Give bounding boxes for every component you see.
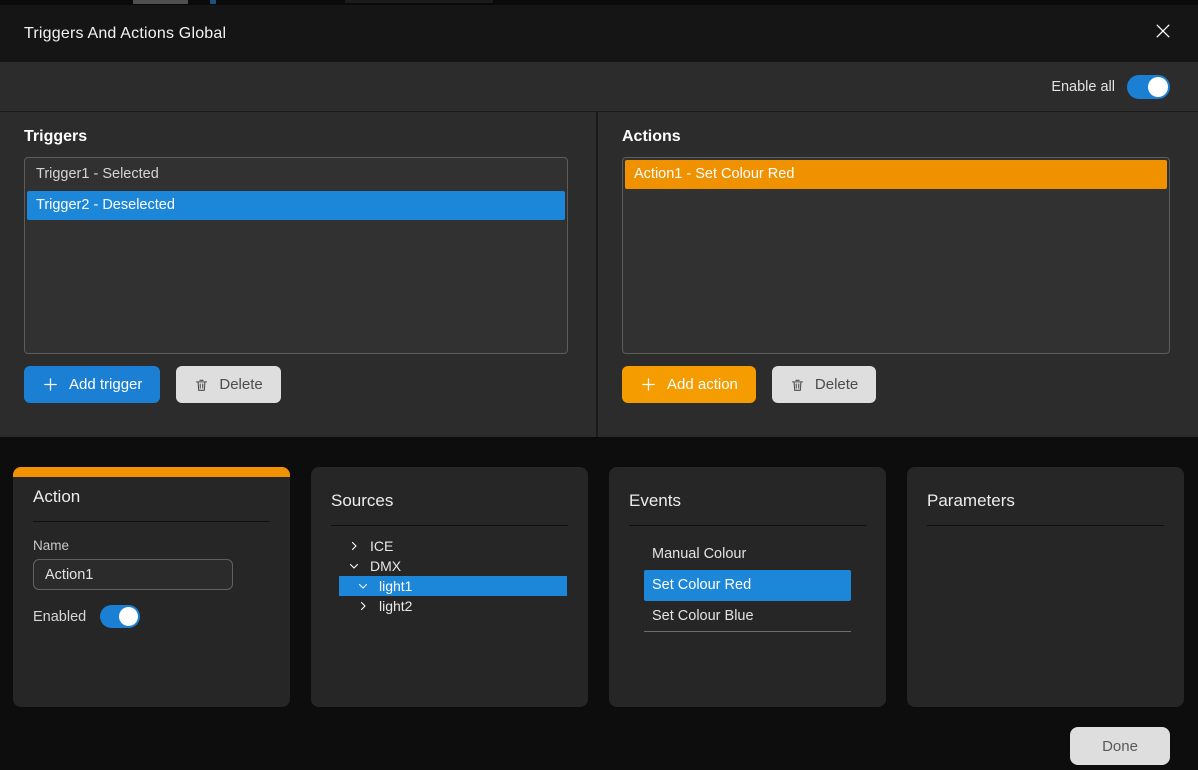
plus-icon	[640, 376, 657, 393]
add-trigger-label: Add trigger	[69, 376, 142, 393]
triggers-list: Trigger1 - Selected Trigger2 - Deselecte…	[24, 157, 568, 354]
background-gray-segment	[133, 0, 188, 4]
trigger-list-item[interactable]: Trigger1 - Selected	[27, 160, 565, 189]
sources-card: Sources ICE DMX	[311, 467, 588, 707]
sources-card-title: Sources	[311, 467, 588, 511]
close-icon	[1153, 21, 1173, 46]
action-card: Action Name Enabled	[13, 467, 290, 707]
action-card-accent-bar	[13, 467, 290, 477]
done-button[interactable]: Done	[1070, 727, 1170, 765]
trash-icon	[194, 377, 209, 393]
chevron-down-icon[interactable]	[356, 579, 370, 593]
trash-icon	[790, 377, 805, 393]
editor-cards: Action Name Enabled Sources	[13, 467, 1184, 707]
event-item-selected[interactable]: Set Colour Red	[644, 570, 851, 601]
chevron-right-icon[interactable]	[356, 599, 370, 613]
tree-item-light1-selected[interactable]: light1	[339, 576, 567, 596]
events-list: Manual Colour Set Colour Red Set Colour …	[609, 526, 886, 632]
delete-action-button[interactable]: Delete	[772, 366, 876, 403]
event-item[interactable]: Set Colour Blue	[644, 601, 851, 632]
enable-all-row: Enable all	[0, 62, 1198, 112]
close-button[interactable]	[1152, 23, 1174, 45]
actions-title: Actions	[622, 128, 1170, 146]
tree-item-light2[interactable]: light2	[339, 596, 567, 616]
tree-item-dmx[interactable]: DMX	[339, 556, 567, 576]
delete-trigger-label: Delete	[219, 376, 262, 393]
triggers-panel: Triggers Trigger1 - Selected Trigger2 - …	[0, 112, 598, 437]
triggers-buttons: Add trigger Delete	[24, 366, 568, 403]
actions-panel: Actions Action1 - Set Colour Red Add act…	[598, 112, 1198, 437]
parameters-card-title: Parameters	[907, 467, 1184, 511]
add-trigger-button[interactable]: Add trigger	[24, 366, 160, 403]
dialog-title: Triggers And Actions Global	[24, 25, 226, 43]
event-item[interactable]: Manual Colour	[644, 539, 851, 570]
action-name-input[interactable]	[33, 559, 233, 590]
sources-tree: ICE DMX light1	[311, 526, 588, 616]
background-dim-segment	[345, 0, 493, 3]
tree-item-label: light1	[379, 578, 412, 594]
action-list-item-selected[interactable]: Action1 - Set Colour Red	[625, 160, 1167, 189]
editor-section: Action Name Enabled Sources	[0, 437, 1198, 770]
add-action-button[interactable]: Add action	[622, 366, 756, 403]
triggers-title: Triggers	[24, 128, 568, 146]
actions-list: Action1 - Set Colour Red	[622, 157, 1170, 354]
tree-item-label: ICE	[370, 538, 393, 554]
enable-all-toggle[interactable]	[1127, 75, 1170, 99]
name-label: Name	[33, 538, 270, 553]
enabled-label: Enabled	[33, 609, 86, 625]
enabled-row: Enabled	[33, 605, 270, 628]
delete-trigger-button[interactable]: Delete	[176, 366, 280, 403]
add-action-label: Add action	[667, 376, 738, 393]
tree-item-label: light2	[379, 598, 412, 614]
enabled-toggle[interactable]	[100, 605, 140, 628]
chevron-right-icon[interactable]	[347, 539, 361, 553]
events-card: Events Manual Colour Set Colour Red Set …	[609, 467, 886, 707]
chevron-down-icon[interactable]	[347, 559, 361, 573]
plus-icon	[42, 376, 59, 393]
enable-all-label: Enable all	[1051, 79, 1115, 95]
toggle-knob	[1148, 77, 1168, 97]
events-card-title: Events	[609, 467, 886, 511]
parameters-card: Parameters	[907, 467, 1184, 707]
tree-item-ice[interactable]: ICE	[339, 536, 567, 556]
dialog-titlebar: Triggers And Actions Global	[0, 5, 1198, 62]
delete-action-label: Delete	[815, 376, 858, 393]
lists-section: Triggers Trigger1 - Selected Trigger2 - …	[0, 112, 1198, 437]
actions-buttons: Add action Delete	[622, 366, 1170, 403]
tree-item-label: DMX	[370, 558, 401, 574]
trigger-list-item-selected[interactable]: Trigger2 - Deselected	[27, 191, 565, 220]
background-blue-segment	[210, 0, 216, 4]
triggers-actions-dialog: Triggers And Actions Global Enable all T…	[0, 5, 1198, 770]
divider	[33, 521, 270, 522]
toggle-knob	[119, 607, 138, 626]
divider	[927, 525, 1164, 526]
